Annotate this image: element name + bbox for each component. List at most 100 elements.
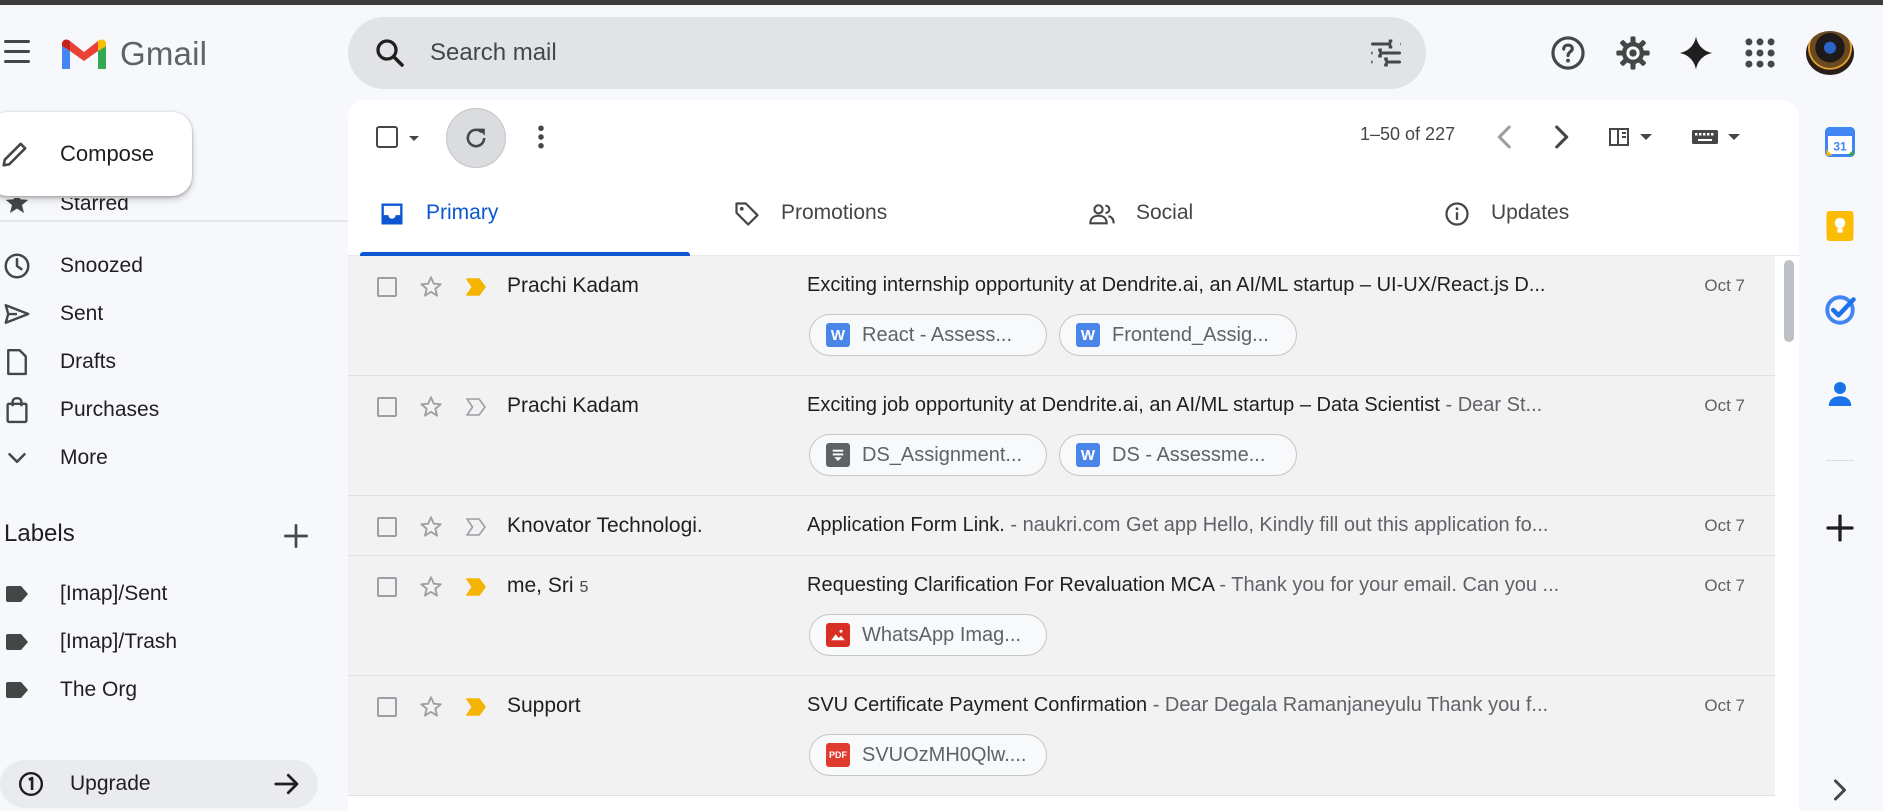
chevron-down-icon — [8, 453, 26, 463]
attachment-chips: DS_Assignment... W DS - Assessme... — [809, 434, 1297, 476]
attachment-chip[interactable]: PDF SVUOzMH0Qlw.... — [809, 734, 1047, 776]
mail-panel: 1–50 of 227 Primary Promotions Social Up… — [348, 100, 1799, 811]
star-toggle-icon[interactable] — [418, 514, 444, 540]
sidebar-item-starred[interactable]: Starred — [0, 198, 348, 222]
email-subject: SVU Certificate Payment Confirmation — [807, 694, 1148, 716]
email-subject: Application Form Link. — [807, 514, 1005, 536]
label-the-org[interactable]: The Org — [0, 670, 300, 710]
label-tag-icon — [6, 682, 28, 698]
expand-panel-chevron-icon[interactable] — [1822, 772, 1858, 808]
importance-marker-icon[interactable] — [464, 696, 488, 718]
more-options-icon[interactable] — [526, 122, 556, 152]
keep-notes-icon[interactable] — [1822, 208, 1858, 244]
attachment-chips: PDF SVUOzMH0Qlw.... — [809, 734, 1047, 776]
refresh-button[interactable] — [446, 108, 506, 168]
attachment-chips: WhatsApp Imag... — [809, 614, 1047, 656]
attachment-name: React - Assess... — [862, 323, 1013, 346]
settings-gear-icon[interactable] — [1614, 34, 1652, 72]
email-sender: Prachi Kadam — [507, 274, 639, 297]
input-tools-keyboard-icon[interactable] — [1688, 122, 1748, 152]
chevron-left-icon[interactable] — [1488, 120, 1522, 154]
tab-promotions[interactable]: Promotions — [703, 172, 1033, 256]
row-checkbox[interactable] — [377, 277, 397, 297]
attachment-chip[interactable]: W Frontend_Assig... — [1059, 314, 1297, 356]
email-subject-line: SVU Certificate Payment Confirmation - D… — [807, 694, 1607, 717]
star-toggle-icon[interactable] — [418, 274, 444, 300]
email-row[interactable]: Support SVU Certificate Payment Confirmat… — [348, 676, 1775, 796]
search-input[interactable] — [430, 33, 1330, 73]
select-menu-caret-icon[interactable] — [406, 130, 422, 146]
attachment-chip[interactable]: W React - Assess... — [809, 314, 1047, 356]
star-toggle-icon[interactable] — [418, 394, 444, 420]
browser-top-edge — [0, 0, 1883, 5]
account-avatar[interactable] — [1806, 31, 1854, 75]
scrollbar-thumb[interactable] — [1784, 260, 1794, 342]
row-checkbox[interactable] — [377, 697, 397, 717]
email-row[interactable]: Prachi Kadam Exciting job opportunity at … — [348, 376, 1775, 496]
send-icon — [4, 304, 30, 324]
star-toggle-icon[interactable] — [418, 694, 444, 720]
email-sender: Support — [507, 694, 581, 717]
compose-button[interactable]: Compose — [0, 112, 192, 196]
tab-updates[interactable]: Updates — [1413, 172, 1743, 256]
split-pane-toggle-icon[interactable] — [1606, 122, 1666, 152]
inbox-icon — [381, 203, 403, 225]
email-snippet: - Dear Degala Ramanjaneyulu Thank you f.… — [1147, 694, 1549, 716]
label-name: [Imap]/Trash — [60, 630, 178, 653]
sidebar-item-drafts[interactable]: Drafts — [0, 340, 348, 384]
importance-marker-icon[interactable] — [464, 396, 488, 418]
email-subject-line: Application Form Link. - naukri.com Get … — [807, 514, 1607, 537]
importance-marker-icon[interactable] — [464, 516, 488, 538]
clock-icon — [4, 253, 30, 279]
label-imap-trash[interactable]: [Imap]/Trash — [0, 622, 300, 662]
search-bar[interactable] — [348, 17, 1426, 89]
tab-primary[interactable]: Primary — [348, 172, 690, 256]
create-label-plus-icon[interactable] — [280, 520, 312, 552]
email-date: Oct 7 — [1704, 396, 1745, 415]
rail-divider — [1826, 460, 1854, 461]
attachment-chip[interactable]: W DS - Assessme... — [1059, 434, 1297, 476]
image-file-icon — [826, 623, 850, 647]
sidebar-item-snoozed[interactable]: Snoozed — [0, 244, 348, 288]
row-checkbox[interactable] — [377, 397, 397, 417]
attachment-chip[interactable]: WhatsApp Imag... — [809, 614, 1047, 656]
search-options-icon[interactable] — [1368, 35, 1404, 71]
gmail-logo[interactable]: Gmail — [60, 34, 207, 74]
sidebar-item-label: Drafts — [60, 350, 117, 373]
sidebar-item-sent[interactable]: Sent — [0, 292, 348, 336]
sidebar-item-purchases[interactable]: Purchases — [0, 388, 348, 432]
draft-icon — [7, 348, 27, 376]
sidebar-item-more[interactable]: More — [0, 436, 348, 480]
select-all-checkbox[interactable] — [376, 126, 398, 148]
attachment-name: DS_Assignment... — [862, 443, 1023, 466]
mail-toolbar: 1–50 of 227 — [348, 100, 1799, 172]
tab-label: Primary — [426, 201, 499, 224]
importance-marker-icon[interactable] — [464, 576, 488, 598]
tasks-icon[interactable] — [1822, 292, 1858, 328]
search-icon[interactable] — [372, 35, 408, 71]
chevron-right-icon[interactable] — [1544, 120, 1578, 154]
importance-marker-icon[interactable] — [464, 276, 488, 298]
email-date: Oct 7 — [1704, 516, 1745, 535]
apps-grid-icon[interactable] — [1741, 34, 1779, 72]
email-row[interactable]: Knovator Technologi. Application Form Lin… — [348, 496, 1775, 556]
upgrade-button[interactable]: Upgrade — [0, 760, 318, 808]
get-addons-plus-icon[interactable] — [1822, 510, 1858, 546]
contacts-icon[interactable] — [1822, 376, 1858, 412]
email-row[interactable]: Prachi Kadam Exciting internship opportun… — [348, 256, 1775, 376]
help-icon[interactable] — [1549, 34, 1587, 72]
email-snippet: - naukri.com Get app Hello, Kindly fill … — [1004, 514, 1549, 536]
row-checkbox[interactable] — [377, 577, 397, 597]
word-file-icon: W — [826, 323, 850, 347]
attachment-chip[interactable]: DS_Assignment... — [809, 434, 1047, 476]
email-subject: Exciting job opportunity at Dendrite.ai,… — [807, 394, 1440, 416]
label-imap-sent[interactable]: [Imap]/Sent — [0, 574, 300, 614]
tab-social[interactable]: Social — [1058, 172, 1388, 256]
thread-count: 5 — [579, 579, 589, 596]
email-row[interactable]: me, Sri 5 Requesting Clarification For Rev… — [348, 556, 1775, 676]
main-menu-icon[interactable] — [0, 38, 34, 66]
star-toggle-icon[interactable] — [418, 574, 444, 600]
row-checkbox[interactable] — [377, 517, 397, 537]
gemini-sparkle-icon[interactable] — [1677, 34, 1715, 72]
calendar-icon[interactable]: 31 — [1822, 124, 1858, 160]
